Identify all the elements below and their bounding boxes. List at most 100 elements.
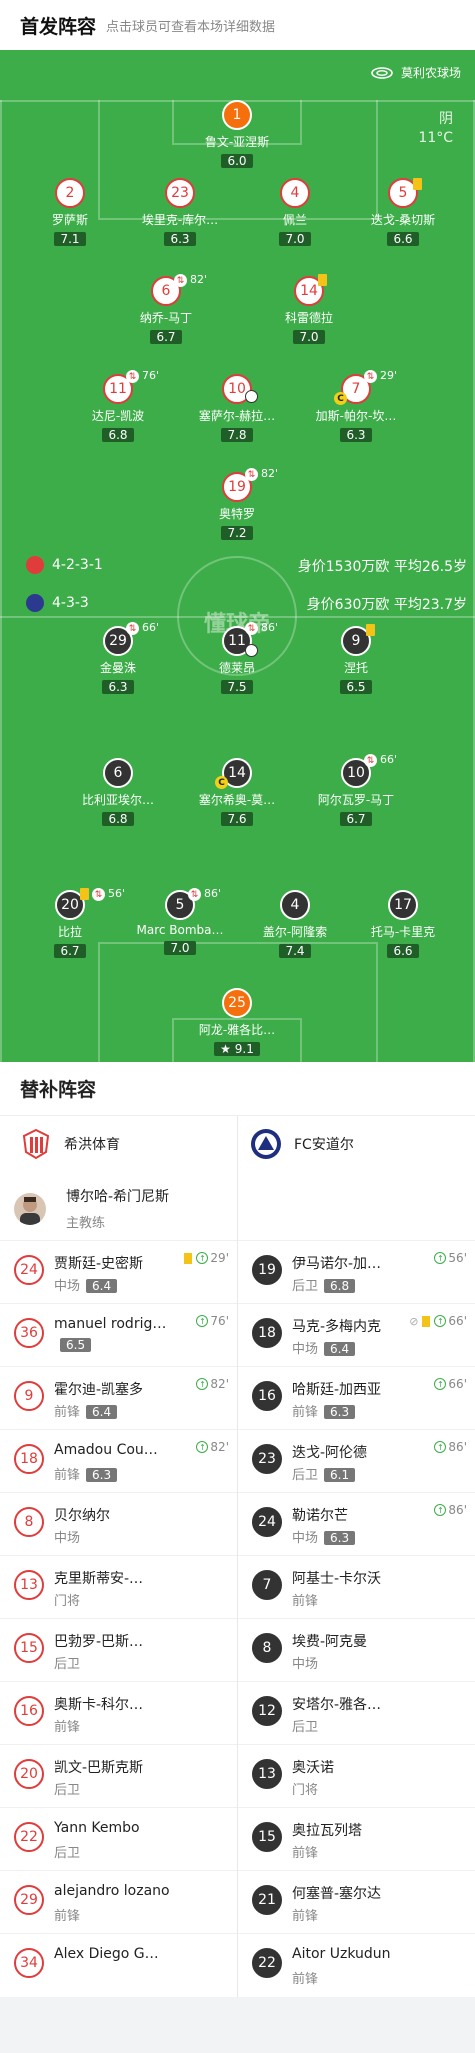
sub-in-time: 66'	[448, 1314, 467, 1328]
sub-time: 86'	[261, 621, 279, 634]
player-rating: 6.1	[324, 1468, 356, 1482]
sub-out-icon: ⇅	[364, 370, 377, 383]
player-position: 前锋	[54, 1405, 81, 1420]
sub-in-time: 86'	[448, 1503, 467, 1517]
sub-time: 29'	[380, 369, 398, 382]
home-coach[interactable]: 博尔哈-希门尼斯 主教练	[14, 1186, 169, 1231]
player-position-line: 后卫 6.1	[292, 1464, 356, 1483]
home-sub-player-row[interactable]: 18 Amadou Cou… 前锋 6.3 ↑ 82'	[0, 1429, 237, 1492]
home-sub-player-row[interactable]: 22 Yann Kembo 后卫	[0, 1807, 237, 1870]
away-sub-player-row[interactable]: 21 何塞普-塞尔达 前锋	[238, 1870, 475, 1933]
player-home-7[interactable]: 7 加斯-帕尔-坎… 6.3	[286, 374, 426, 443]
player-number: 9	[14, 1381, 44, 1411]
player-home-6[interactable]: 6 纳乔-马丁 6.7	[96, 276, 236, 345]
player-name: 奥斯卡-科尔…	[54, 1697, 144, 1713]
player-position-line: 后卫	[292, 1716, 318, 1735]
home-squad-value: 身价1530万欧 平均26.5岁	[297, 559, 467, 575]
sub-in-time: 56'	[448, 1251, 467, 1265]
player-name: 迭戈-阿伦德	[292, 1445, 368, 1461]
sub-in-time: 66'	[448, 1377, 467, 1391]
sub-time: 66'	[380, 753, 398, 766]
away-sub-player-row[interactable]: 23 迭戈-阿伦德 后卫 6.1 ↑ 86'	[238, 1429, 475, 1492]
player-home-1[interactable]: 1 鲁文-亚涅斯 6.0	[167, 100, 307, 169]
home-sub-player-row[interactable]: 13 克里斯蒂安-… 门将	[0, 1555, 237, 1618]
player-number: 8	[252, 1633, 282, 1663]
player-name: 安塔尔-雅各…	[292, 1697, 382, 1713]
player-position-line: 中场 6.4	[292, 1338, 356, 1357]
player-position: 前锋	[54, 1468, 81, 1483]
weather-desc: 阴	[439, 111, 453, 127]
player-away-17[interactable]: 17 托马-卡里克 6.6	[333, 890, 473, 959]
home-sub-player-row[interactable]: 16 奥斯卡-科尔… 前锋	[0, 1681, 237, 1744]
footer-space	[0, 1997, 475, 2053]
stadium-name: 莫利农球场	[400, 66, 461, 80]
player-position-line: 中场 6.4	[54, 1275, 118, 1294]
player-number: 13	[252, 1759, 282, 1789]
sub-in-time: 76'	[210, 1314, 229, 1328]
player-position-line: 门将	[292, 1779, 318, 1798]
player-away-9[interactable]: 9 涅托 6.5	[286, 626, 426, 695]
player-number: 24	[14, 1255, 44, 1285]
player-home-19[interactable]: 19 奥特罗 7.2	[167, 472, 307, 541]
sub-event: ↑ 86'	[434, 1503, 467, 1517]
away-sub-player-row[interactable]: 24 勒诺尔芒 中场 6.3 ↑ 86'	[238, 1492, 475, 1555]
away-sub-player-row[interactable]: 13 奥沃诺 门将	[238, 1744, 475, 1807]
sub-in-icon: ↑	[434, 1315, 447, 1327]
player-number: 18	[14, 1444, 44, 1474]
player-position: 前锋	[54, 1909, 81, 1924]
sub-in-icon: ↑	[196, 1378, 209, 1390]
player-position: 门将	[292, 1783, 319, 1798]
player-home-5[interactable]: 5 迭戈-桑切斯 6.6	[333, 178, 473, 247]
player-position: 前锋	[54, 1720, 81, 1735]
away-formation: 4-3-3	[26, 594, 89, 612]
player-number: 18	[252, 1318, 282, 1348]
home-sub-player-row[interactable]: 36 manuel rodrig… 6.5 ↑ 76'	[0, 1303, 237, 1366]
away-sub-player-row[interactable]: 18 马克-多梅内克 中场 6.4 ⊘ ↑ 66'	[238, 1303, 475, 1366]
player-home-14[interactable]: 14 科雷德拉 7.0	[239, 276, 379, 345]
player-number: 23	[252, 1444, 282, 1474]
sub-in-icon: ↑	[434, 1378, 447, 1390]
player-position-line: 后卫	[54, 1653, 80, 1672]
away-sub-player-row[interactable]: 19 伊马诺尔-加… 后卫 6.8 ↑ 56'	[238, 1240, 475, 1303]
player-away-10[interactable]: 10 阿尔瓦罗-马丁 6.7	[286, 758, 426, 827]
player-name: alejandro lozano	[54, 1883, 170, 1899]
player-number: 19	[252, 1255, 282, 1285]
away-sub-player-row[interactable]: 16 哈斯廷-加西亚 前锋 6.3 ↑ 66'	[238, 1366, 475, 1429]
home-sub-player-row[interactable]: 9 霍尔迪-凯塞多 前锋 6.4 ↑ 82'	[0, 1366, 237, 1429]
player-name: Yann Kembo	[54, 1820, 140, 1836]
sub-event: ↑ 82'	[196, 1377, 229, 1391]
away-sub-player-row[interactable]: 7 阿基士-卡尔沃 前锋	[238, 1555, 475, 1618]
home-sub-player-row[interactable]: 20 凯文-巴斯克斯 后卫	[0, 1744, 237, 1807]
home-sub-player-row[interactable]: 15 巴勃罗-巴斯… 后卫	[0, 1618, 237, 1681]
away-team-name: FC安道尔	[294, 1137, 354, 1153]
player-position-line: 前锋	[292, 1905, 318, 1924]
player-name: 贝尔纳尔	[54, 1508, 110, 1524]
home-sub-player-row[interactable]: 34 Alex Diego G…	[0, 1933, 237, 1996]
sub-in-icon: ↑	[196, 1441, 209, 1453]
sub-time: 66'	[142, 621, 160, 634]
away-sub-player-row[interactable]: 15 奥拉瓦列塔 前锋	[238, 1807, 475, 1870]
sub-event: ↑ 82'	[196, 1440, 229, 1454]
player-position-line: 中场 6.3	[292, 1527, 356, 1546]
lineup-title: 首发阵容	[20, 15, 97, 38]
player-position: 后卫	[292, 1279, 319, 1294]
player-position: 前锋	[292, 1405, 319, 1420]
away-team-header[interactable]: FC安道尔	[250, 1128, 354, 1160]
coach-name: 博尔哈-希门尼斯	[66, 1189, 170, 1205]
home-sub-player-row[interactable]: 24 贾斯廷-史密斯 中场 6.4 ↑ 29'	[0, 1240, 237, 1303]
player-away-25[interactable]: 25 阿龙-雅各比… ★ 9.1	[167, 988, 307, 1057]
home-sub-player-row[interactable]: 29 alejandro lozano 前锋	[0, 1870, 237, 1933]
player-name: Amadou Cou…	[54, 1442, 158, 1458]
away-sub-player-row[interactable]: 8 埃费-阿克曼 中场	[238, 1618, 475, 1681]
sub-event: ⊘ ↑ 66'	[409, 1314, 467, 1328]
sub-in-time: 82'	[210, 1377, 229, 1391]
player-name: 巴勃罗-巴斯…	[54, 1634, 144, 1650]
away-sub-player-row[interactable]: 12 安塔尔-雅各… 后卫	[238, 1681, 475, 1744]
player-position: 中场	[292, 1342, 319, 1357]
away-sub-player-row[interactable]: 22 Aitor Uzkudun 前锋	[238, 1933, 475, 1996]
home-team-header[interactable]: 希洪体育	[20, 1128, 120, 1160]
assist-icon: ⊘	[409, 1314, 419, 1328]
player-position: 前锋	[292, 1846, 319, 1861]
player-position: 中场	[54, 1279, 81, 1294]
home-sub-player-row[interactable]: 8 贝尔纳尔 中场	[0, 1492, 237, 1555]
